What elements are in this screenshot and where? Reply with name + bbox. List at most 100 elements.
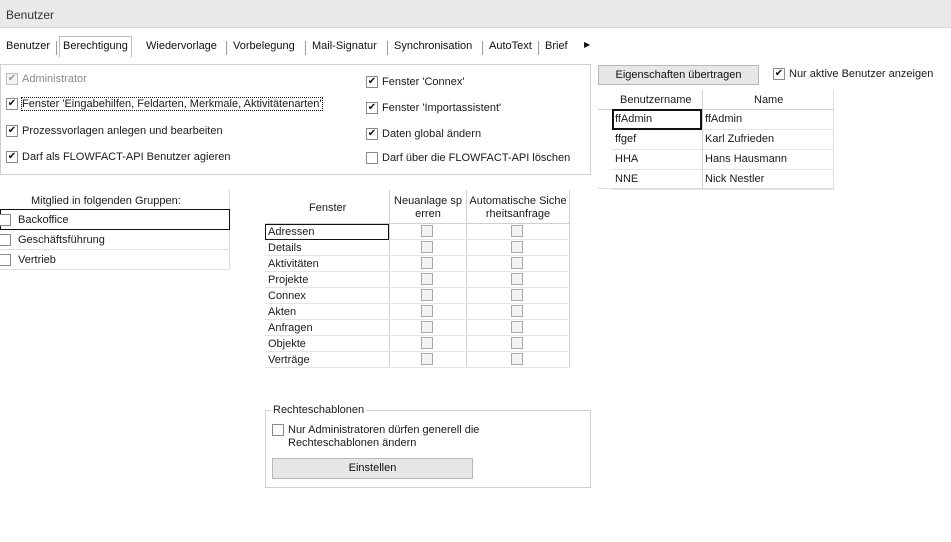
window-name-cell: Projekte [268, 274, 309, 286]
tab-separator [482, 41, 483, 55]
name-cell: Nick Nestler [705, 173, 765, 185]
table-row[interactable]: NNE Nick Nestler [612, 170, 834, 190]
transfer-properties-button[interactable]: Eigenschaften übertragen [598, 65, 759, 85]
tab-synchronisation[interactable]: Synchronisation [391, 37, 475, 59]
tab-benutzer[interactable]: Benutzer [3, 37, 53, 59]
admins-only-templates-checkbox[interactable] [272, 424, 284, 436]
table-row[interactable]: Verträge [265, 352, 570, 368]
tab-separator [305, 41, 306, 55]
name-cell: ffAdmin [705, 113, 743, 125]
list-item-geschaeftsfuehrung[interactable]: Geschäftsführung [0, 230, 230, 250]
table-row[interactable]: Aktivitäten [265, 256, 570, 272]
auto-confirm-checkbox[interactable] [511, 241, 523, 253]
tab-separator [56, 41, 57, 55]
auto-confirm-checkbox[interactable] [511, 225, 523, 237]
group-backoffice-label: Backoffice [18, 214, 69, 226]
only-active-users-checkbox[interactable] [773, 68, 785, 80]
list-item-backoffice[interactable]: Backoffice [0, 209, 230, 230]
group-backoffice-checkbox[interactable] [0, 214, 11, 226]
api-delete-checkbox[interactable] [366, 152, 378, 164]
column-header-neuanlage: Neuanlage sp [394, 195, 462, 207]
tab-separator [226, 41, 227, 55]
username-cell: ffgef [615, 133, 637, 145]
tab-scroll-right-icon[interactable]: ▶ [584, 40, 590, 49]
administrator-label: Administrator [22, 73, 87, 85]
column-header-name: Name [754, 94, 784, 106]
table-row[interactable]: Akten [265, 304, 570, 320]
global-edit-label: Daten global ändern [382, 128, 482, 140]
tab-berechtigung[interactable]: Berechtigung [59, 36, 132, 58]
username-cell: NNE [615, 173, 639, 185]
connex-window-checkbox[interactable] [366, 76, 378, 88]
username-cell: ffAdmin [615, 113, 653, 125]
global-edit-checkbox[interactable] [366, 128, 378, 140]
auto-confirm-checkbox[interactable] [511, 289, 523, 301]
table-row[interactable]: Anfragen [265, 320, 570, 336]
only-active-users-label: Nur aktive Benutzer anzeigen [789, 68, 934, 80]
api-user-checkbox[interactable] [6, 151, 18, 163]
tab-bar: Benutzer Berechtigung Wiedervorlage Vorb… [0, 34, 951, 58]
username-cell: HHA [615, 153, 639, 165]
column-header-username: Benutzername [620, 94, 692, 106]
name-cell: Hans Hausmann [705, 153, 787, 165]
tab-autotext[interactable]: AutoText [486, 37, 535, 59]
window-title: Benutzer [6, 8, 55, 22]
process-templates-label: Prozessvorlagen anlegen und bearbeiten [22, 125, 223, 137]
neuanlage-checkbox[interactable] [421, 305, 433, 317]
groups-header: Mitglied in folgenden Gruppen: [31, 195, 181, 207]
table-row[interactable]: HHA Hans Hausmann [612, 150, 834, 170]
tab-separator [387, 41, 388, 55]
rights-templates-title: Rechteschablonen [271, 404, 367, 416]
window-name-cell: Aktivitäten [268, 258, 319, 270]
neuanlage-checkbox[interactable] [421, 241, 433, 253]
auto-confirm-checkbox[interactable] [511, 257, 523, 269]
tab-wiedervorlage[interactable]: Wiedervorlage [143, 37, 220, 59]
eingabehilfen-window-checkbox[interactable] [6, 98, 18, 110]
window-name-cell: Anfragen [268, 322, 313, 334]
process-templates-checkbox[interactable] [6, 125, 18, 137]
api-user-label: Darf als FLOWFACT-API Benutzer agieren [22, 151, 231, 163]
connex-window-label: Fenster 'Connex' [382, 76, 465, 88]
neuanlage-checkbox[interactable] [421, 273, 433, 285]
table-row[interactable]: Objekte [265, 336, 570, 352]
neuanlage-checkbox[interactable] [421, 337, 433, 349]
table-row[interactable]: Projekte [265, 272, 570, 288]
list-item-vertrieb[interactable]: Vertrieb [0, 250, 230, 270]
table-row[interactable]: Details [265, 240, 570, 256]
neuanlage-checkbox[interactable] [421, 289, 433, 301]
column-header-auto-confirm-line2: rheitsanfrage [485, 208, 551, 220]
tab-brief[interactable]: Brief [542, 37, 578, 59]
column-header-neuanlage-line2: erren [415, 208, 441, 220]
auto-confirm-checkbox[interactable] [511, 353, 523, 365]
eingabehilfen-window-label: Fenster 'Eingabehilfen, Feldarten, Merkm… [21, 97, 323, 111]
window-name-cell: Verträge [268, 354, 310, 366]
auto-confirm-checkbox[interactable] [511, 305, 523, 317]
import-assistant-checkbox[interactable] [366, 102, 378, 114]
window-name-cell: Akten [268, 306, 297, 318]
window-name-cell: Objekte [268, 338, 306, 350]
table-row[interactable]: Connex [265, 288, 570, 304]
table-row[interactable]: ffgef Karl Zufrieden [612, 130, 834, 150]
group-geschaeftsfuehrung-label: Geschäftsführung [18, 234, 105, 246]
window-titlebar: Benutzer [0, 0, 951, 28]
einstellen-button[interactable]: Einstellen [272, 458, 473, 479]
neuanlage-checkbox[interactable] [421, 353, 433, 365]
table-row[interactable]: ffAdmin ffAdmin [612, 109, 834, 130]
auto-confirm-checkbox[interactable] [511, 321, 523, 333]
table-row[interactable]: Adressen [265, 224, 570, 240]
administrator-checkbox[interactable] [6, 73, 18, 85]
auto-confirm-checkbox[interactable] [511, 337, 523, 349]
auto-confirm-checkbox[interactable] [511, 273, 523, 285]
window-name-cell: Connex [268, 290, 306, 302]
neuanlage-checkbox[interactable] [421, 225, 433, 237]
group-vertrieb-checkbox[interactable] [0, 254, 11, 266]
neuanlage-checkbox[interactable] [421, 257, 433, 269]
admins-only-templates-label: Nur Administratoren dürfen generell die [288, 424, 480, 436]
tab-vorbelegung[interactable]: Vorbelegung [230, 37, 298, 59]
neuanlage-checkbox[interactable] [421, 321, 433, 333]
api-delete-label: Darf über die FLOWFACT-API löschen [382, 152, 571, 164]
name-cell: Karl Zufrieden [705, 133, 775, 145]
group-geschaeftsfuehrung-checkbox[interactable] [0, 234, 11, 246]
tab-separator [538, 41, 539, 55]
tab-mail-signatur[interactable]: Mail-Signatur [309, 37, 380, 59]
